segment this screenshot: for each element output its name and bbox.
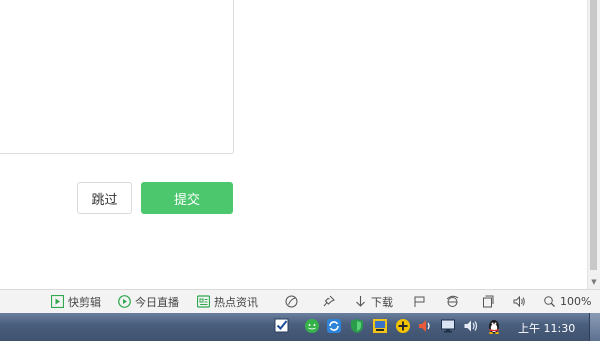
network-tray-icon[interactable] xyxy=(372,318,388,334)
taskbar-clock[interactable]: 上午 11:30 xyxy=(518,320,575,336)
wechat-tray-icon[interactable] xyxy=(304,318,320,334)
status-item-label: 热点资讯 xyxy=(214,295,258,309)
checkbox-tray-icon[interactable] xyxy=(274,318,290,334)
volume-tray-icon[interactable] xyxy=(417,318,433,334)
download-button[interactable]: 下载 xyxy=(354,293,393,310)
status-item-hot-news[interactable]: 热点资讯 xyxy=(197,293,258,310)
flag-icon xyxy=(414,296,425,307)
page-content: 跳过 提交 xyxy=(0,0,588,289)
ie-icon xyxy=(446,295,459,307)
window-button[interactable] xyxy=(481,293,494,310)
plus-tray-icon[interactable] xyxy=(395,318,411,334)
sync-tray-icon[interactable] xyxy=(326,318,342,334)
speed-up-button[interactable] xyxy=(285,293,298,310)
window-icon xyxy=(483,295,494,308)
security-shield-icon[interactable] xyxy=(349,318,365,334)
speaker-icon xyxy=(513,295,525,308)
ie-compat-button[interactable] xyxy=(446,293,459,310)
browser-status-bar: 快剪辑 今日直播 热点资讯 下载 100% xyxy=(0,289,600,313)
vertical-scrollbar[interactable]: ▼ xyxy=(587,0,600,289)
leaf-icon xyxy=(285,295,298,308)
status-item-quick-cut[interactable]: 快剪辑 xyxy=(51,293,101,310)
qq-penguin-icon[interactable] xyxy=(486,318,502,334)
scrollbar-thumb[interactable] xyxy=(590,0,597,270)
volume-button[interactable] xyxy=(513,293,526,310)
download-label: 下载 xyxy=(371,295,393,309)
skip-button[interactable]: 跳过 xyxy=(77,182,132,214)
flag-button[interactable] xyxy=(413,293,426,310)
comment-textarea[interactable] xyxy=(0,0,234,154)
pin-icon xyxy=(323,295,335,307)
hot-news-icon xyxy=(197,295,210,308)
live-today-icon xyxy=(118,295,131,308)
magnifier-icon xyxy=(544,296,555,307)
windows-taskbar: 上午 11:30 xyxy=(0,313,600,341)
status-item-label: 今日直播 xyxy=(135,295,179,309)
show-desktop-button[interactable] xyxy=(589,313,600,341)
pin-button[interactable] xyxy=(322,293,335,310)
status-item-live-today[interactable]: 今日直播 xyxy=(118,293,179,310)
status-item-label: 快剪辑 xyxy=(68,295,101,309)
zoom-control[interactable]: 100% xyxy=(543,293,591,310)
submit-button[interactable]: 提交 xyxy=(141,182,233,214)
download-arrow-icon xyxy=(356,296,365,307)
scroll-down-arrow-icon[interactable]: ▼ xyxy=(588,277,600,287)
zoom-level: 100% xyxy=(560,295,592,308)
speaker-tray-icon[interactable] xyxy=(463,318,479,334)
monitor-tray-icon[interactable] xyxy=(440,318,456,334)
quick-cut-icon xyxy=(51,295,64,308)
